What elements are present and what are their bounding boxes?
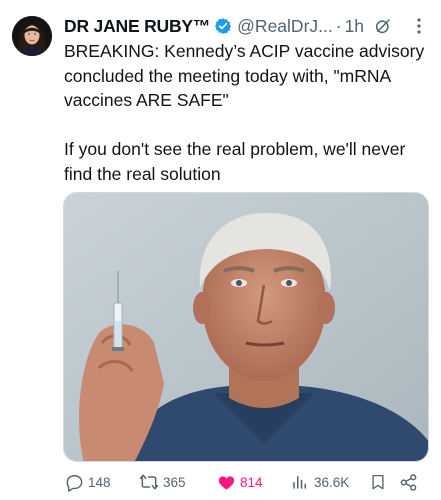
views-count: 36.6K (314, 474, 350, 490)
repost-button[interactable]: 365 (139, 470, 186, 494)
share-icon (398, 472, 418, 492)
repost-icon (139, 472, 159, 492)
tweet-timestamp[interactable]: 1h (345, 16, 364, 37)
tweet-text-paragraph: BREAKING: Kennedy’s ACIP vaccine advisor… (64, 41, 425, 110)
like-button[interactable]: 814 (216, 470, 263, 494)
views-icon (290, 472, 310, 492)
bookmark-button[interactable] (368, 470, 388, 494)
author-name[interactable]: DR JANE RUBY™ (64, 16, 210, 37)
author-handle[interactable]: @RealDrJ... (237, 16, 333, 37)
tweet-actions: 148 365 814 36.6K (64, 470, 434, 494)
bookmark-icon (368, 472, 388, 492)
heart-filled-icon (216, 472, 236, 492)
avatar[interactable] (12, 16, 52, 56)
more-vertical-icon[interactable] (411, 14, 427, 38)
reply-count: 148 (88, 474, 111, 490)
grok-icon[interactable] (374, 17, 392, 35)
share-button[interactable] (398, 470, 418, 494)
like-count: 814 (240, 474, 263, 490)
reply-icon (64, 472, 84, 492)
repost-count: 365 (163, 474, 186, 490)
separator-dot: · (335, 15, 342, 36)
reply-button[interactable]: 148 (64, 470, 111, 494)
tweet-text: BREAKING: Kennedy’s ACIP vaccine advisor… (64, 39, 434, 186)
verified-badge-icon (214, 17, 232, 35)
tweet-text-paragraph: If you don't see the real problem, we'll… (64, 139, 406, 184)
tweet-header: DR JANE RUBY™ @RealDrJ... · 1h (64, 14, 433, 38)
tweet-photo[interactable] (63, 192, 429, 462)
views-button[interactable]: 36.6K (290, 470, 349, 494)
tweet: DR JANE RUBY™ @RealDrJ... · 1h BREAKING: (0, 0, 441, 500)
